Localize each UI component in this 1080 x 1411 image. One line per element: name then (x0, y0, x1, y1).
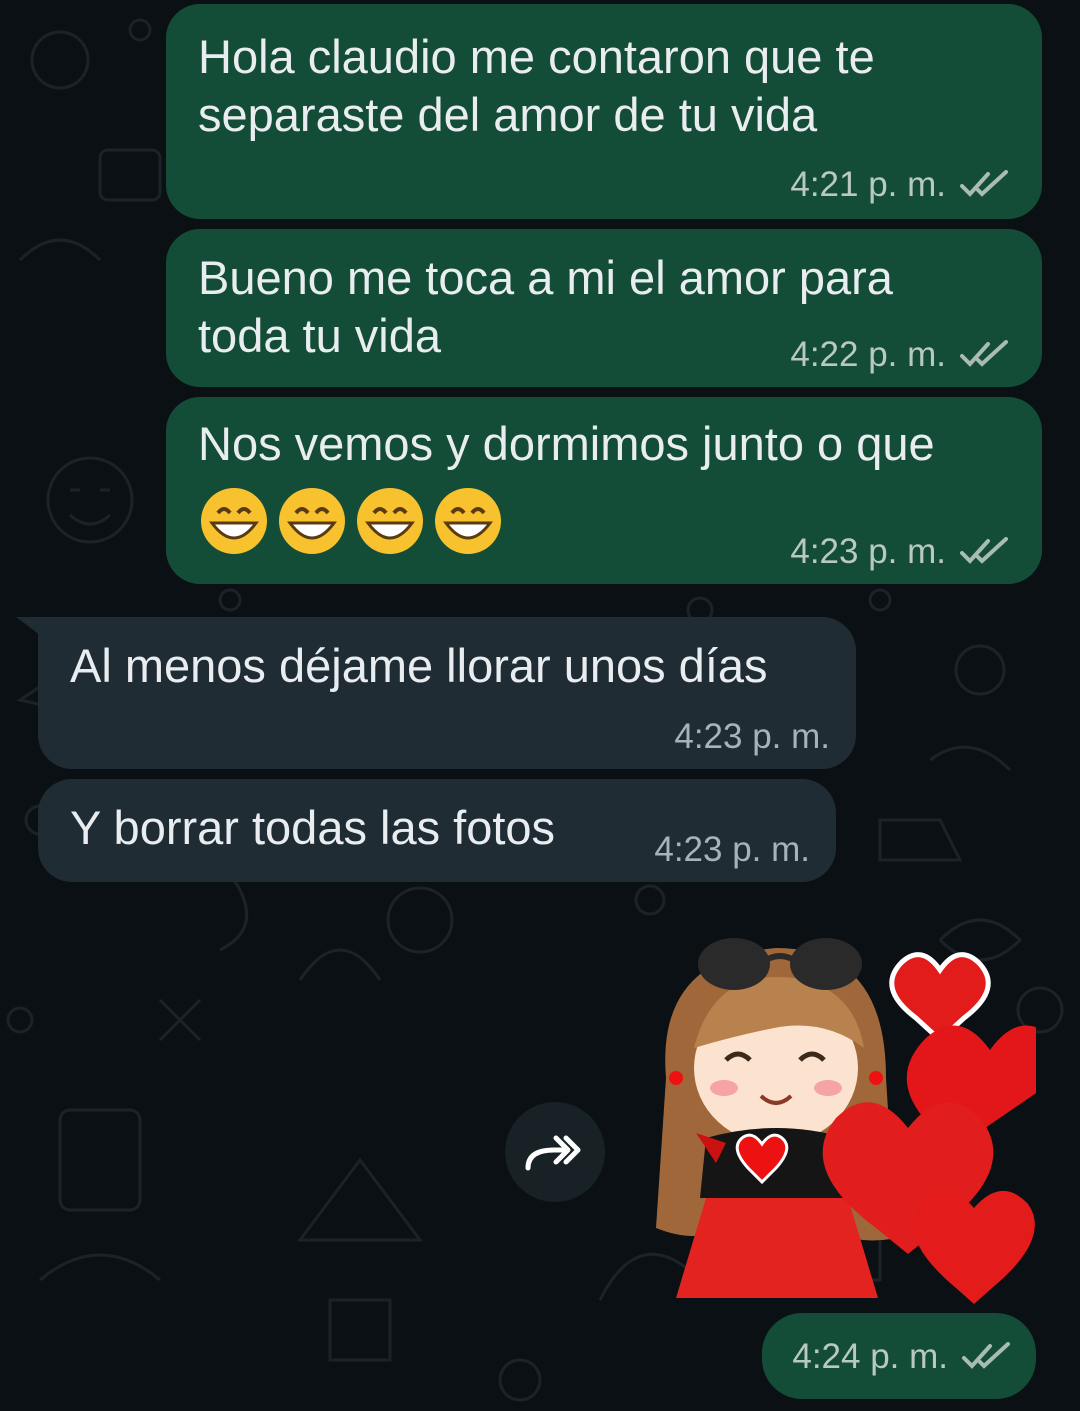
double-check-icon (960, 170, 1008, 197)
message-bubble-outgoing[interactable]: Bueno me toca a mi el amor para toda tu … (166, 229, 1042, 387)
forward-button[interactable] (505, 1102, 605, 1202)
message-time: 4:24 p. m. (792, 1337, 948, 1376)
message-time: 4:21 p. m. (790, 165, 946, 204)
message-time: 4:23 p. m. (790, 532, 946, 571)
grinning-face-icon (279, 488, 345, 554)
grinning-face-icon (201, 488, 267, 554)
message-text: Nos vemos y dormimos junto o que (198, 417, 935, 470)
message-bubble-outgoing[interactable]: Hola claudio me contaron que te separast… (166, 4, 1042, 219)
double-check-icon (960, 537, 1008, 564)
message-time: 4:23 p. m. (654, 830, 810, 869)
message-time: 4:22 p. m. (790, 335, 946, 374)
forward-icon (525, 1135, 581, 1171)
message-bubble-outgoing[interactable]: Nos vemos y dormimos junto o que 4:23 p.… (166, 397, 1042, 584)
grinning-face-icon (435, 488, 501, 554)
sticker-time-badge: 4:24 p. m. (762, 1313, 1036, 1399)
double-check-icon (960, 340, 1008, 367)
message-text: Hola claudio me contaron que te separast… (198, 30, 875, 141)
message-bubble-incoming[interactable]: Al menos déjame llorar unos días 4:23 p.… (38, 617, 856, 769)
girl-with-hearts-sticker[interactable] (636, 928, 1036, 1308)
message-text: Al menos déjame llorar unos días (70, 639, 768, 692)
message-time: 4:23 p. m. (674, 717, 830, 756)
message-bubble-incoming[interactable]: Y borrar todas las fotos 4:23 p. m. (38, 779, 836, 882)
grinning-face-icon (357, 488, 423, 554)
double-check-icon (962, 1342, 1010, 1369)
